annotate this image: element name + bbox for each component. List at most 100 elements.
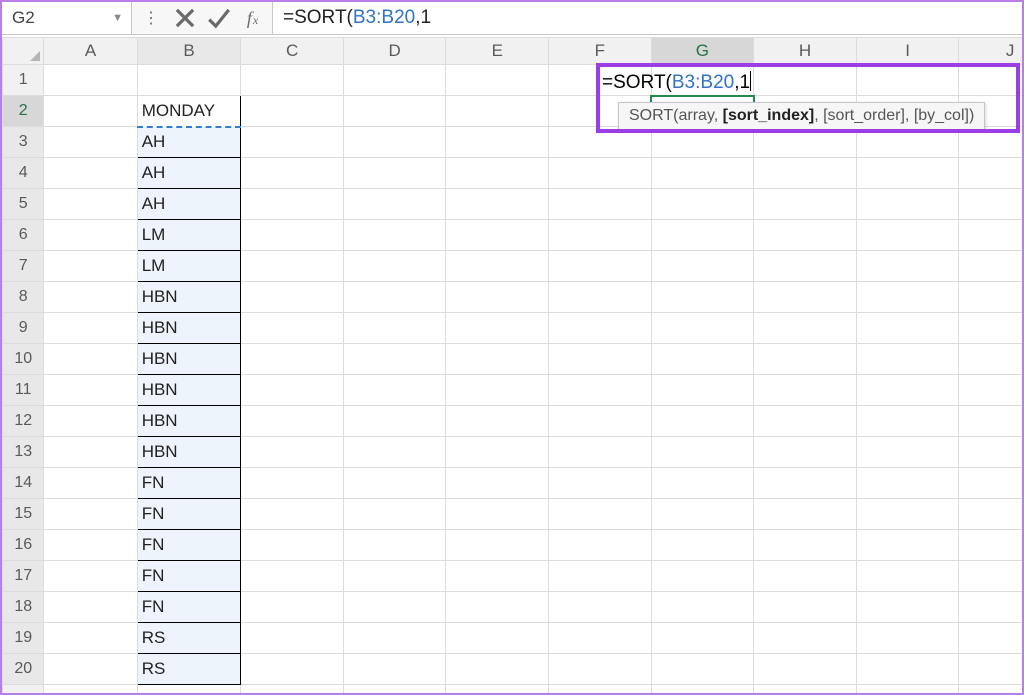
cell-C1[interactable] xyxy=(241,65,344,96)
function-tooltip[interactable]: SORT(array, [sort_index], [sort_order], … xyxy=(618,102,985,130)
cell-A2[interactable] xyxy=(44,96,137,127)
cell-G16[interactable] xyxy=(651,530,754,561)
cell-B14[interactable]: FN xyxy=(137,468,241,499)
cell-E18[interactable] xyxy=(446,592,549,623)
cell-I20[interactable] xyxy=(856,654,959,685)
cell-F18[interactable] xyxy=(549,592,652,623)
name-box[interactable]: ▼ xyxy=(2,2,132,34)
cell-C17[interactable] xyxy=(241,561,344,592)
cell-F15[interactable] xyxy=(549,499,652,530)
cell-D9[interactable] xyxy=(343,313,446,344)
row-header-15[interactable]: 15 xyxy=(3,499,44,530)
cell-I13[interactable] xyxy=(856,437,959,468)
enter-icon[interactable] xyxy=(206,5,232,31)
col-header-D[interactable]: D xyxy=(343,38,446,65)
cell-F9[interactable] xyxy=(549,313,652,344)
row-header-19[interactable]: 19 xyxy=(3,623,44,654)
row-header-17[interactable]: 17 xyxy=(3,561,44,592)
cell-B1[interactable] xyxy=(137,65,241,96)
cell-C6[interactable] xyxy=(241,220,344,251)
cell-I11[interactable] xyxy=(856,375,959,406)
cell-E15[interactable] xyxy=(446,499,549,530)
cell-G4[interactable] xyxy=(651,158,754,189)
cell-G14[interactable] xyxy=(651,468,754,499)
cell-I18[interactable] xyxy=(856,592,959,623)
cell-I21[interactable] xyxy=(856,685,959,694)
cell-J21[interactable] xyxy=(959,685,1022,694)
cell-D3[interactable] xyxy=(343,127,446,158)
cell-J6[interactable] xyxy=(959,220,1022,251)
cell-G11[interactable] xyxy=(651,375,754,406)
cell-B5[interactable]: AH xyxy=(137,189,241,220)
cell-C18[interactable] xyxy=(241,592,344,623)
cell-A3[interactable] xyxy=(44,127,137,158)
cell-I3[interactable] xyxy=(856,127,959,158)
cell-E1[interactable] xyxy=(446,65,549,96)
cell-B18[interactable]: FN xyxy=(137,592,241,623)
cell-B13[interactable]: HBN xyxy=(137,437,241,468)
cell-C5[interactable] xyxy=(241,189,344,220)
cell-A20[interactable] xyxy=(44,654,137,685)
cell-G12[interactable] xyxy=(651,406,754,437)
row-header-5[interactable]: 5 xyxy=(3,189,44,220)
chevron-down-icon[interactable]: ▼ xyxy=(110,10,125,26)
cell-D8[interactable] xyxy=(343,282,446,313)
cancel-icon[interactable] xyxy=(172,5,198,31)
cell-D14[interactable] xyxy=(343,468,446,499)
row-header-11[interactable]: 11 xyxy=(3,375,44,406)
cell-H20[interactable] xyxy=(754,654,857,685)
col-header-G[interactable]: G xyxy=(651,38,754,65)
row-header-8[interactable]: 8 xyxy=(3,282,44,313)
cell-C7[interactable] xyxy=(241,251,344,282)
cell-J12[interactable] xyxy=(959,406,1022,437)
cell-H17[interactable] xyxy=(754,561,857,592)
row-header-1[interactable]: 1 xyxy=(3,65,44,96)
cell-C14[interactable] xyxy=(241,468,344,499)
cell-E19[interactable] xyxy=(446,623,549,654)
col-header-I[interactable]: I xyxy=(856,38,959,65)
cell-B19[interactable]: RS xyxy=(137,623,241,654)
col-header-C[interactable]: C xyxy=(241,38,344,65)
cell-C19[interactable] xyxy=(241,623,344,654)
cell-H15[interactable] xyxy=(754,499,857,530)
cell-B15[interactable]: FN xyxy=(137,499,241,530)
cell-F5[interactable] xyxy=(549,189,652,220)
cell-J5[interactable] xyxy=(959,189,1022,220)
cell-D19[interactable] xyxy=(343,623,446,654)
cell-C21[interactable] xyxy=(241,685,344,694)
cell-E13[interactable] xyxy=(446,437,549,468)
cell-E16[interactable] xyxy=(446,530,549,561)
cell-J11[interactable] xyxy=(959,375,1022,406)
name-box-input[interactable] xyxy=(10,7,110,29)
cell-J16[interactable] xyxy=(959,530,1022,561)
cell-G9[interactable] xyxy=(651,313,754,344)
row-header-2[interactable]: 2 xyxy=(3,96,44,127)
cell-I17[interactable] xyxy=(856,561,959,592)
cell-H7[interactable] xyxy=(754,251,857,282)
cell-F14[interactable] xyxy=(549,468,652,499)
cell-F10[interactable] xyxy=(549,344,652,375)
col-header-F[interactable]: F xyxy=(549,38,652,65)
cell-F6[interactable] xyxy=(549,220,652,251)
cell-I15[interactable] xyxy=(856,499,959,530)
cell-B21[interactable] xyxy=(137,685,241,694)
cell-I6[interactable] xyxy=(856,220,959,251)
row-header-12[interactable]: 12 xyxy=(3,406,44,437)
cell-I1[interactable] xyxy=(856,65,959,96)
cell-C12[interactable] xyxy=(241,406,344,437)
cell-G15[interactable] xyxy=(651,499,754,530)
cell-A17[interactable] xyxy=(44,561,137,592)
cell-H6[interactable] xyxy=(754,220,857,251)
cell-B8[interactable]: HBN xyxy=(137,282,241,313)
cell-J10[interactable] xyxy=(959,344,1022,375)
cell-J1[interactable] xyxy=(959,65,1022,96)
cell-A1[interactable] xyxy=(44,65,137,96)
cell-C3[interactable] xyxy=(241,127,344,158)
cell-I12[interactable] xyxy=(856,406,959,437)
row-header-13[interactable]: 13 xyxy=(3,437,44,468)
cell-G6[interactable] xyxy=(651,220,754,251)
cell-J14[interactable] xyxy=(959,468,1022,499)
cell-H10[interactable] xyxy=(754,344,857,375)
cell-C8[interactable] xyxy=(241,282,344,313)
cell-D6[interactable] xyxy=(343,220,446,251)
